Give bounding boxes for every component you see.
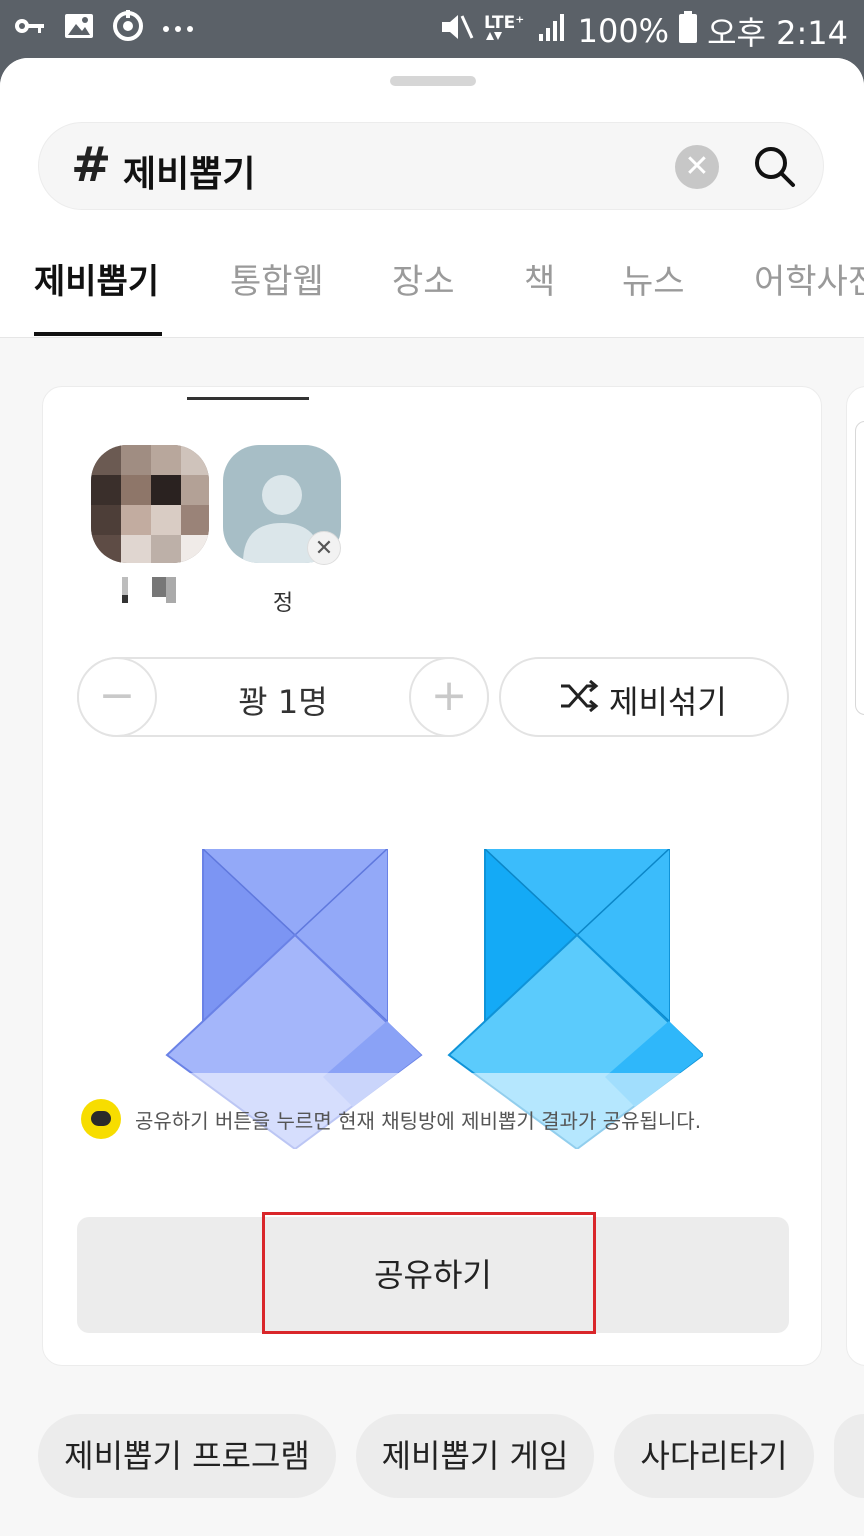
image-icon: [64, 13, 94, 43]
related-chip-game[interactable]: 제비뽑기 게임: [356, 1414, 594, 1498]
more-icon: [162, 19, 194, 38]
participant-name: 정: [272, 591, 294, 616]
search-query[interactable]: 제비뽑기: [123, 145, 255, 197]
svg-text:LTE⁺: LTE⁺: [484, 13, 524, 33]
tab-places[interactable]: 장소: [392, 254, 455, 303]
tab-lottery[interactable]: 제비뽑기: [34, 254, 159, 303]
card-top-indicator: [187, 397, 309, 400]
sheet-header: # 제비뽑기 ✕ 제비뽑기 통합웹 장소 책 뉴스 어학사전: [0, 58, 864, 338]
shuffle-label: 제비섞기: [609, 683, 727, 721]
tab-bar: 제비뽑기 통합웹 장소 책 뉴스 어학사전: [0, 254, 864, 336]
clear-search-button[interactable]: ✕: [675, 145, 719, 189]
search-icon[interactable]: [751, 143, 799, 191]
search-bar[interactable]: # 제비뽑기 ✕: [38, 122, 824, 210]
lte-icon: LTE⁺: [484, 10, 528, 52]
status-right: LTE⁺ 100% 오후 2:14: [440, 8, 848, 54]
battery-percent: 100%: [577, 12, 670, 50]
mute-icon: [440, 12, 474, 50]
signal-icon: [538, 12, 568, 50]
battery-icon: [679, 11, 698, 51]
key-icon: [14, 16, 46, 40]
winner-count-stepper: − 꽝 1명 +: [77, 657, 489, 737]
drag-handle[interactable]: [390, 76, 476, 86]
sync-icon: [112, 10, 144, 46]
related-chip-more[interactable]: [834, 1414, 864, 1498]
remove-participant-button[interactable]: ✕: [307, 531, 341, 565]
highlight-box: [262, 1212, 596, 1334]
shuffle-icon: [559, 679, 599, 720]
status-bar: LTE⁺ 100% 오후 2:14: [0, 0, 864, 58]
clock: 오후 2:14: [707, 14, 848, 52]
shuffle-button[interactable]: 제비섞기: [499, 657, 789, 737]
winner-count: 꽝 1명: [238, 683, 328, 721]
participant-2[interactable]: ✕ 정: [223, 445, 343, 617]
hash-icon: #: [71, 137, 112, 193]
increase-button[interactable]: +: [409, 657, 489, 737]
status-left-icons: [14, 10, 194, 46]
related-chip-program[interactable]: 제비뽑기 프로그램: [38, 1414, 336, 1498]
next-card-peek[interactable]: [846, 386, 864, 1366]
kakaotalk-icon: [81, 1099, 121, 1139]
tab-web[interactable]: 통합웹: [230, 254, 324, 303]
decrease-button[interactable]: −: [77, 657, 157, 737]
related-searches: 제비뽑기 프로그램 제비뽑기 게임 사다리타기: [38, 1414, 864, 1498]
participant-1[interactable]: [91, 445, 211, 627]
related-chip-ladder[interactable]: 사다리타기: [614, 1414, 814, 1498]
active-tab-indicator: [34, 332, 162, 336]
share-notice-text: 공유하기 버튼을 누르면 현재 채팅방에 제비뽑기 결과가 공유됩니다.: [135, 1108, 702, 1133]
next-card-content: [855, 421, 864, 715]
tab-books[interactable]: 책: [524, 254, 555, 303]
participant-name-mosaic: [116, 575, 186, 605]
share-notice: 공유하기 버튼을 누르면 현재 채팅방에 제비뽑기 결과가 공유됩니다.: [81, 1099, 701, 1139]
tab-news[interactable]: 뉴스: [622, 254, 685, 303]
tab-dictionary[interactable]: 어학사전: [754, 254, 864, 303]
participant-avatar: [91, 445, 209, 563]
